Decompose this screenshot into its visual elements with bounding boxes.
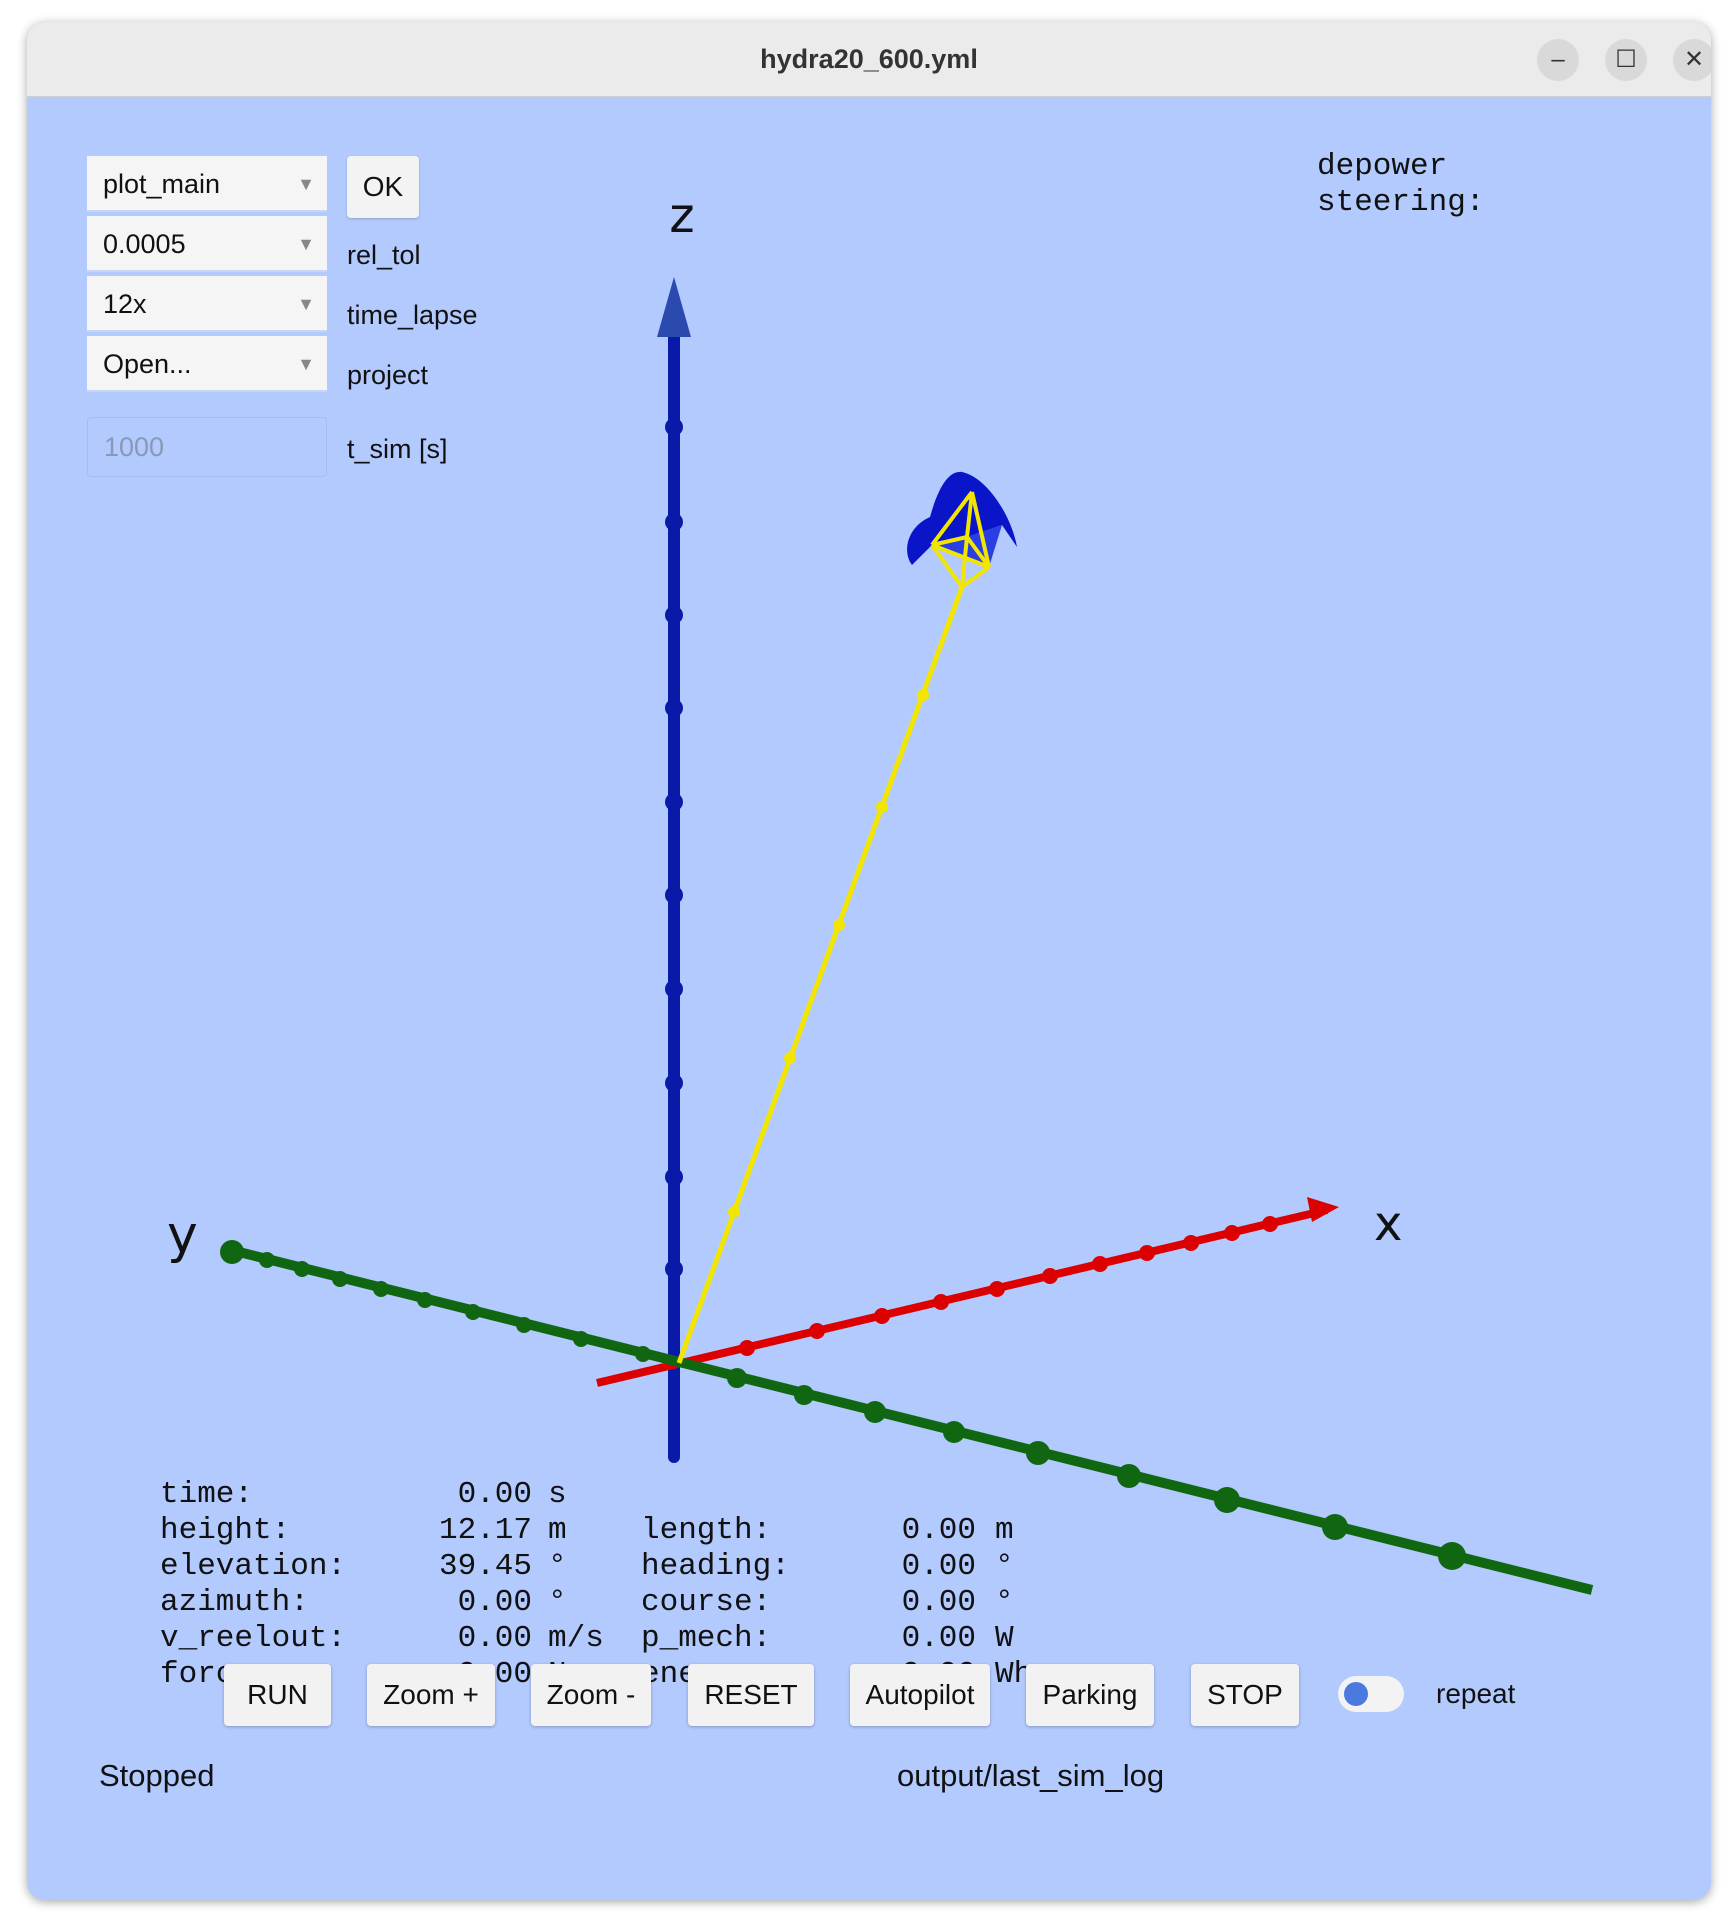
stat-value: 0.00 <box>457 1585 532 1620</box>
rel-tol-dropdown[interactable]: 0.0005 ▼ <box>87 216 327 272</box>
toggle-knob <box>1344 1682 1368 1706</box>
plot-dropdown[interactable]: plot_main ▼ <box>87 156 327 212</box>
y-axis-label: y <box>167 1205 198 1265</box>
rel-tol-value: 0.0005 <box>103 229 186 259</box>
zoom-out-button[interactable]: Zoom - <box>531 1664 651 1726</box>
maximize-button[interactable]: ☐ <box>1605 39 1647 81</box>
repeat-toggle[interactable] <box>1338 1676 1404 1712</box>
status-text: Stopped <box>99 1758 215 1793</box>
stat-unit: ° <box>548 1549 567 1584</box>
stop-button[interactable]: STOP <box>1191 1664 1299 1726</box>
tether-line <box>676 586 965 1364</box>
stat-value: 0.00 <box>901 1513 976 1548</box>
stat-value: 0.00 <box>901 1549 976 1584</box>
z-axis-label: z <box>669 188 694 244</box>
window-title: hydra20_600.yml <box>760 44 978 74</box>
project-value: Open... <box>103 349 192 379</box>
stat-name: azimuth: <box>160 1585 309 1620</box>
title-bar[interactable]: hydra20_600.yml – ☐ ✕ <box>27 22 1711 97</box>
chevron-down-icon: ▼ <box>297 174 315 194</box>
rel-tol-label: rel_tol <box>347 240 421 270</box>
stat-value: 39.45 <box>438 1549 532 1584</box>
stat-name: heading: <box>641 1549 790 1584</box>
stat-unit: m <box>995 1513 1014 1548</box>
zoom-in-button[interactable]: Zoom + <box>367 1664 495 1726</box>
plot-dropdown-value: plot_main <box>103 169 221 199</box>
close-button[interactable]: ✕ <box>1673 39 1711 81</box>
stat-name: time: <box>160 1477 254 1512</box>
chevron-down-icon: ▼ <box>297 354 315 374</box>
stat-unit: W <box>995 1621 1014 1656</box>
reset-button[interactable]: RESET <box>688 1664 814 1726</box>
repeat-label: repeat <box>1436 1678 1516 1709</box>
t-sim-input[interactable]: 1000 <box>87 417 327 477</box>
log-path: output/last_sim_log <box>897 1758 1165 1793</box>
parking-button[interactable]: Parking <box>1026 1664 1154 1726</box>
time-lapse-label: time_lapse <box>347 300 478 330</box>
stat-unit: ° <box>995 1549 1014 1584</box>
scene-area: z x y plot_main ▼ OK 0.0005 ▼ rel_tol 12… <box>27 97 1711 1900</box>
stat-name: course: <box>641 1585 772 1620</box>
depower-label: depower <box>1317 149 1448 184</box>
stat-name: v_reelout: <box>160 1621 347 1656</box>
kite-model <box>907 471 1017 589</box>
chevron-down-icon: ▼ <box>297 234 315 254</box>
app-window: hydra20_600.yml – ☐ ✕ z x y plot_main ▼ … <box>27 22 1711 1900</box>
stat-unit: ° <box>548 1585 567 1620</box>
x-axis-line <box>596 1206 1328 1387</box>
t-sim-label: t_sim [s] <box>347 434 448 464</box>
stat-value: 0.00 <box>457 1477 532 1512</box>
chevron-down-icon: ▼ <box>297 294 315 314</box>
y-axis-arrowhead <box>220 1240 244 1264</box>
stat-value: 0.00 <box>901 1621 976 1656</box>
stat-unit: m <box>548 1513 567 1548</box>
ok-button[interactable]: OK <box>347 156 419 218</box>
run-button[interactable]: RUN <box>224 1664 331 1726</box>
stat-name: p_mech: <box>641 1621 772 1656</box>
steering-label: steering: <box>1317 185 1485 220</box>
project-dropdown[interactable]: Open... ▼ <box>87 336 327 392</box>
stat-value: 0.00 <box>901 1585 976 1620</box>
minimize-button[interactable]: – <box>1537 39 1579 81</box>
stat-unit: ° <box>995 1585 1014 1620</box>
stat-name: elevation: <box>160 1549 347 1584</box>
stat-name: height: <box>160 1513 291 1548</box>
stat-value: 0.00 <box>457 1621 532 1656</box>
stat-value: 12.17 <box>438 1513 532 1548</box>
z-axis-arrowhead <box>657 277 691 337</box>
project-label: project <box>347 360 429 390</box>
stat-unit: s <box>548 1477 567 1512</box>
stat-name: length: <box>641 1513 772 1548</box>
stat-unit: m/s <box>548 1621 604 1656</box>
x-axis-arrowhead <box>1307 1197 1339 1222</box>
autopilot-button[interactable]: Autopilot <box>850 1664 990 1726</box>
time-lapse-value: 12x <box>103 289 147 319</box>
x-axis-label: x <box>1374 1196 1402 1252</box>
time-lapse-dropdown[interactable]: 12x ▼ <box>87 276 327 332</box>
